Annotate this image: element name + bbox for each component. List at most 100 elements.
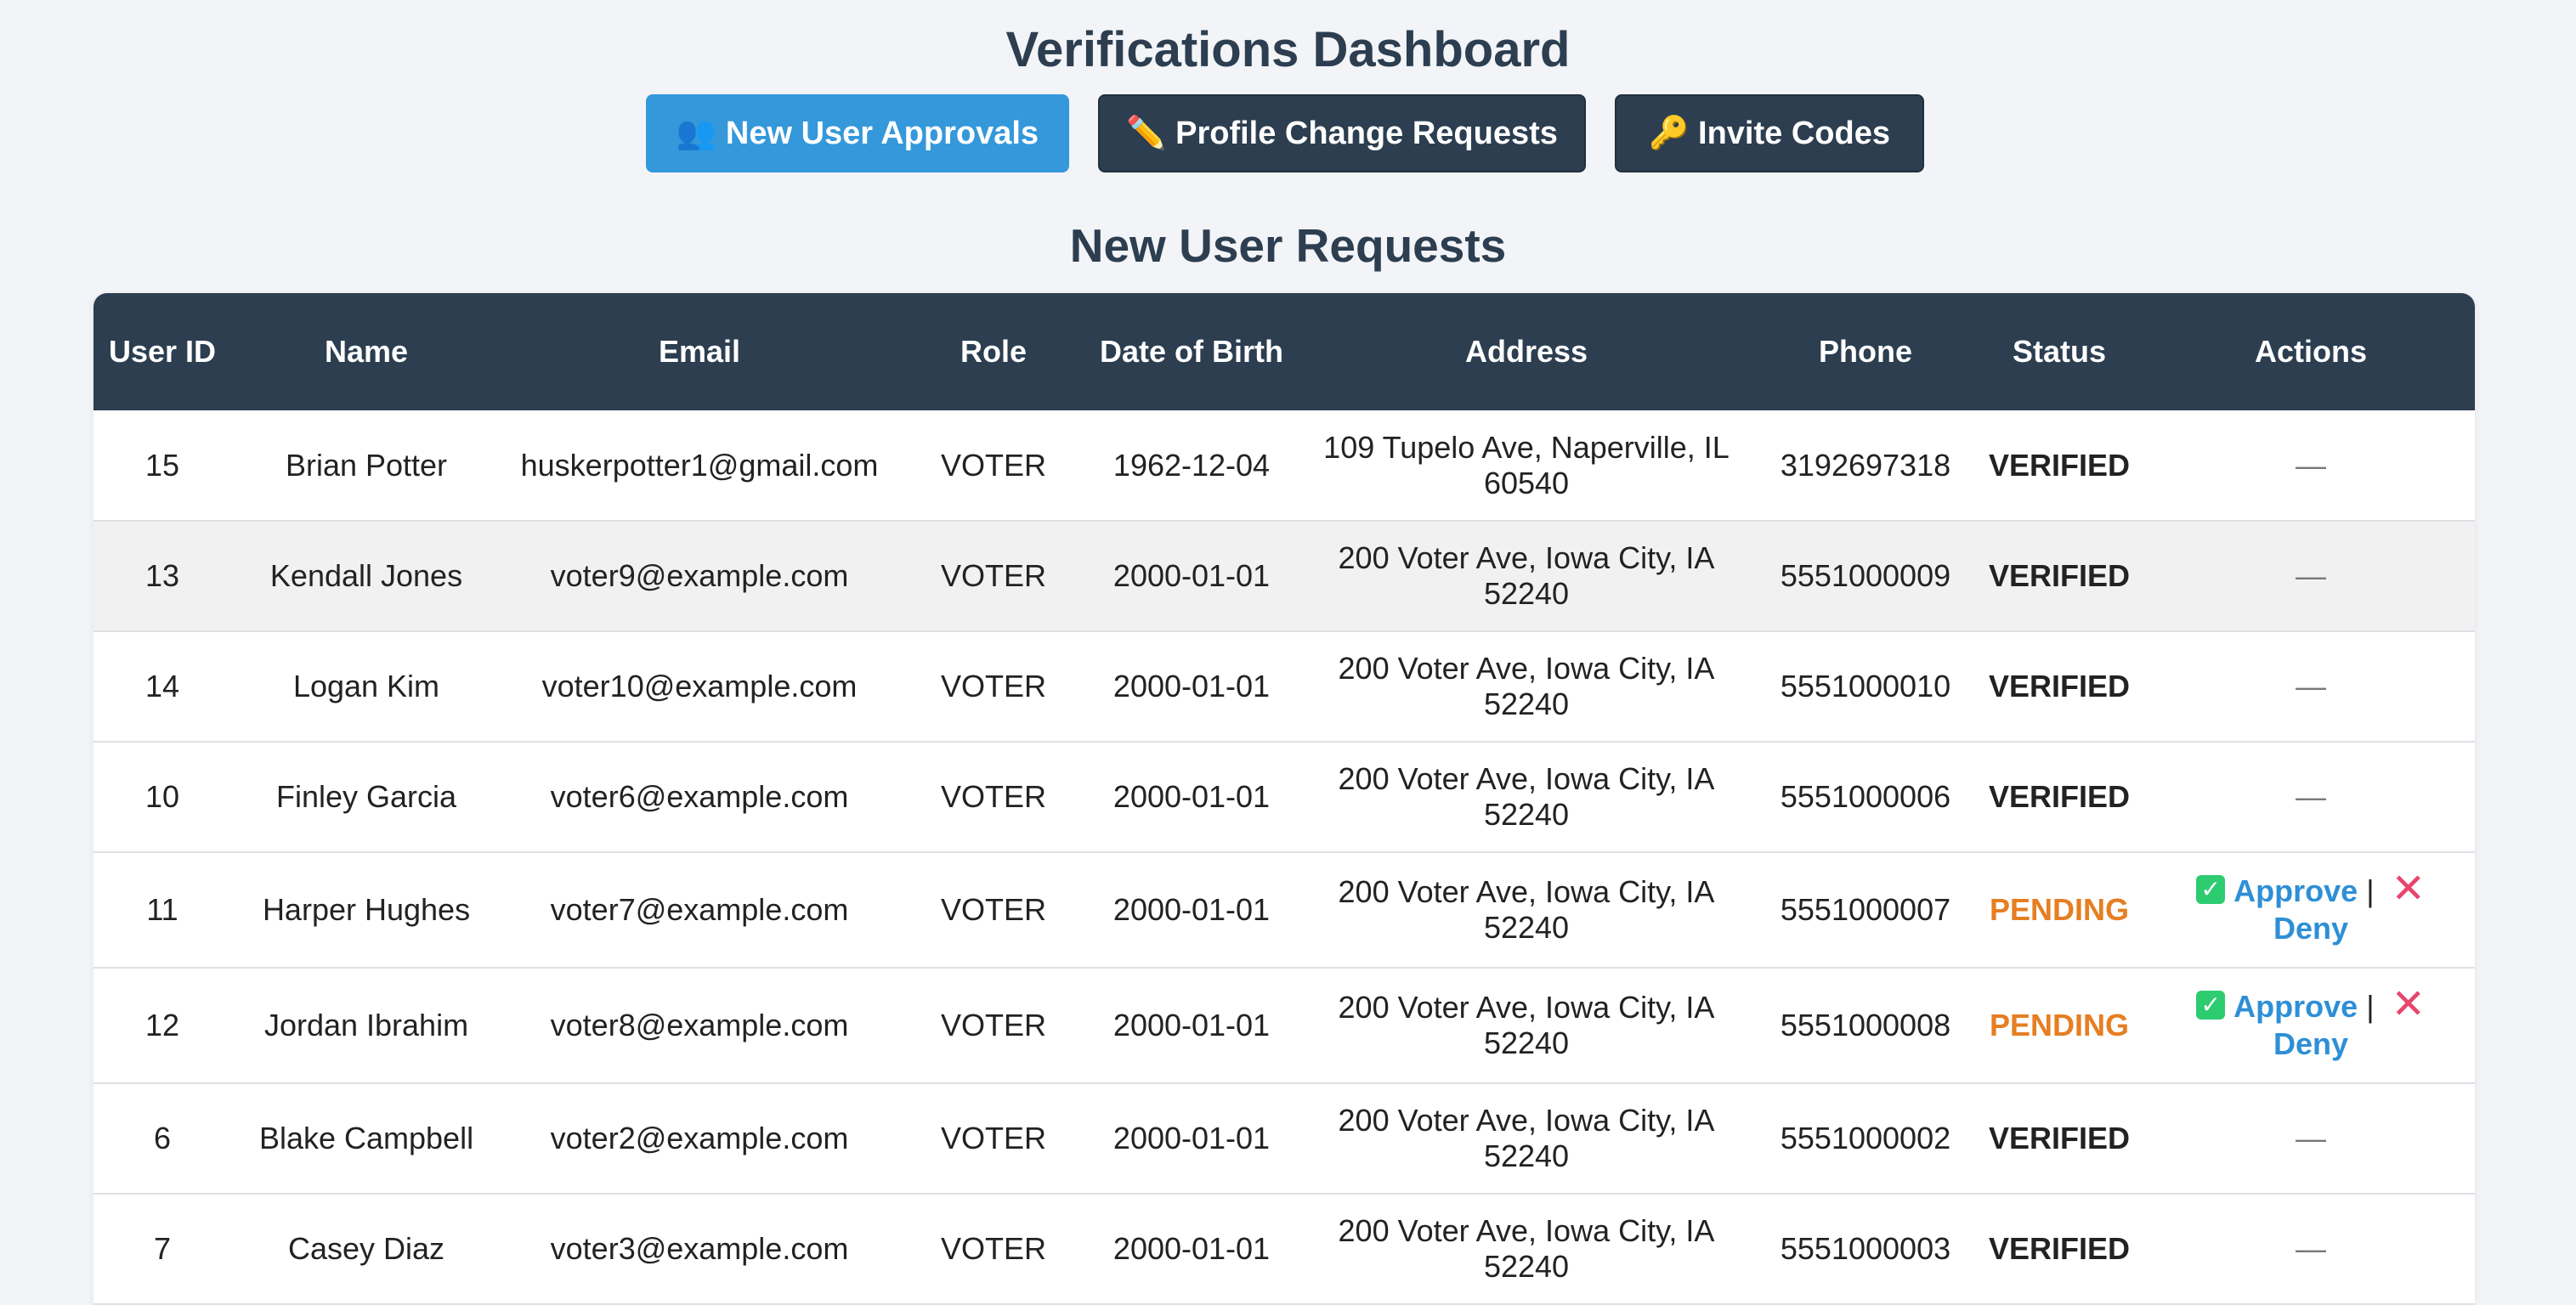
tab-bar: 👥 New User Approvals ✏️ Profile Change R… — [646, 94, 1924, 172]
cell-address: 200 Voter Ave, Iowa City, IA 52240 — [1294, 742, 1759, 853]
cell-email: huskerpotter1@gmail.com — [501, 410, 897, 522]
table-row: 7 Casey Diaz voter3@example.com VOTER 20… — [93, 1194, 2475, 1305]
cell-actions-none: — — [2147, 631, 2475, 743]
cell-role: VOTER — [897, 631, 1090, 743]
cell-phone: 5551000009 — [1759, 521, 1972, 632]
cell-role: VOTER — [897, 742, 1090, 853]
header-actions: Actions — [2254, 334, 2367, 369]
table-row: 15 Brian Potter huskerpotter1@gmail.com … — [93, 410, 2475, 522]
status-badge: VERIFIED — [1972, 742, 2147, 853]
users-icon: 👥 — [676, 116, 717, 151]
table-row: 13 Kendall Jones voter9@example.com VOTE… — [93, 521, 2475, 632]
deny-button[interactable]: Deny — [2273, 1026, 2348, 1061]
cell-user-id: 6 — [93, 1083, 231, 1195]
header-date-of-birth: Date of Birth — [1100, 334, 1283, 369]
cell-role: VOTER — [897, 410, 1090, 522]
approve-button[interactable]: Approve — [2233, 989, 2358, 1024]
header-phone: Phone — [1818, 334, 1912, 369]
cell-actions-none: — — [2147, 1083, 2475, 1195]
cell-dob: 2000-01-01 — [1090, 1083, 1294, 1195]
cell-email: voter9@example.com — [501, 521, 897, 632]
cell-dob: 2000-01-01 — [1090, 852, 1294, 969]
tab-new-user-approvals[interactable]: 👥 New User Approvals — [646, 94, 1069, 172]
cell-actions-none: — — [2147, 1194, 2475, 1305]
cell-dob: 2000-01-01 — [1090, 631, 1294, 743]
cell-role: VOTER — [897, 852, 1090, 969]
cell-address: 200 Voter Ave, Iowa City, IA 52240 — [1294, 1194, 1759, 1305]
check-icon[interactable]: ✓ — [2196, 875, 2226, 905]
table-row: 10 Finley Garcia voter6@example.com VOTE… — [93, 742, 2475, 853]
cell-user-id: 10 — [93, 742, 231, 853]
section-title: New User Requests — [1069, 219, 1507, 272]
cell-user-id: 14 — [93, 631, 231, 743]
cell-email: voter3@example.com — [501, 1194, 897, 1305]
header-name: Name — [324, 334, 409, 369]
status-badge: PENDING — [1972, 852, 2147, 969]
cell-address: 109 Tupelo Ave, Naperville, IL 60540 — [1294, 410, 1759, 522]
cell-user-id: 15 — [93, 410, 231, 522]
cell-phone: 5551000006 — [1759, 742, 1972, 853]
cell-phone: 5551000010 — [1759, 631, 1972, 743]
cell-role: VOTER — [897, 1083, 1090, 1195]
cell-email: voter6@example.com — [501, 742, 897, 853]
header-role: Role — [960, 334, 1027, 369]
pencil-icon: ✏️ — [1126, 116, 1167, 151]
cell-actions-none: — — [2147, 742, 2475, 853]
cell-email: voter10@example.com — [501, 631, 897, 743]
cell-role: VOTER — [897, 968, 1090, 1084]
table-row: 11 Harper Hughes voter7@example.com VOTE… — [93, 852, 2475, 969]
cell-name: Harper Hughes — [231, 852, 501, 969]
deny-button[interactable]: Deny — [2273, 911, 2348, 946]
cell-actions-none: — — [2147, 521, 2475, 632]
cell-user-id: 13 — [93, 521, 231, 632]
header-email: Email — [658, 334, 741, 369]
cell-name: Logan Kim — [231, 631, 501, 743]
cell-actions: ✓ Approve | ✕ Deny — [2147, 968, 2475, 1084]
cell-name: Blake Campbell — [231, 1083, 501, 1195]
cell-name: Kendall Jones — [231, 521, 501, 632]
cell-email: voter7@example.com — [501, 852, 897, 969]
cell-phone: 5551000002 — [1759, 1083, 1972, 1195]
cell-dob: 2000-01-01 — [1090, 742, 1294, 853]
cell-user-id: 11 — [93, 852, 231, 969]
tab-label: New User Approvals — [725, 115, 1039, 151]
page-title: Verifications Dashboard — [1005, 22, 1571, 77]
table-row: 12 Jordan Ibrahim voter8@example.com VOT… — [93, 968, 2475, 1084]
header-status: Status — [2012, 334, 2107, 369]
cell-actions-none: — — [2147, 410, 2475, 522]
cell-phone: 5551000008 — [1759, 968, 1972, 1084]
status-badge: VERIFIED — [1972, 631, 2147, 743]
status-badge: PENDING — [1972, 968, 2147, 1084]
cell-dob: 2000-01-01 — [1090, 968, 1294, 1084]
cell-phone: 5551000003 — [1759, 1194, 1972, 1305]
cell-email: voter2@example.com — [501, 1083, 897, 1195]
status-badge: VERIFIED — [1972, 410, 2147, 522]
cell-dob: 2000-01-01 — [1090, 1194, 1294, 1305]
table-row: 6 Blake Campbell voter2@example.com VOTE… — [93, 1083, 2475, 1195]
table-header-row: User ID Name Email Role Date of Birth Ad… — [93, 293, 2475, 410]
cell-dob: 2000-01-01 — [1090, 521, 1294, 632]
cell-role: VOTER — [897, 521, 1090, 632]
cell-name: Finley Garcia — [231, 742, 501, 853]
approve-button[interactable]: Approve — [2233, 873, 2358, 908]
cell-name: Casey Diaz — [231, 1194, 501, 1305]
action-separator: | — [2366, 988, 2375, 1024]
cell-user-id: 7 — [93, 1194, 231, 1305]
cell-phone: 5551000007 — [1759, 852, 1972, 969]
status-badge: VERIFIED — [1972, 1194, 2147, 1305]
action-separator: | — [2366, 873, 2375, 908]
cell-address: 200 Voter Ave, Iowa City, IA 52240 — [1294, 521, 1759, 632]
table-row: 14 Logan Kim voter10@example.com VOTER 2… — [93, 631, 2475, 743]
tab-invite-codes[interactable]: 🔑 Invite Codes — [1615, 94, 1924, 172]
cell-user-id: 12 — [93, 968, 231, 1084]
tab-profile-change-requests[interactable]: ✏️ Profile Change Requests — [1098, 94, 1586, 172]
close-icon[interactable]: ✕ — [2392, 867, 2426, 912]
user-requests-table: User ID Name Email Role Date of Birth Ad… — [93, 293, 2475, 1305]
check-icon[interactable]: ✓ — [2196, 991, 2226, 1020]
tab-label: Invite Codes — [1698, 115, 1890, 151]
cell-role: VOTER — [897, 1194, 1090, 1305]
cell-email: voter8@example.com — [501, 968, 897, 1084]
close-icon[interactable]: ✕ — [2392, 982, 2426, 1027]
header-user-id: User ID — [108, 334, 217, 369]
cell-name: Brian Potter — [231, 410, 501, 522]
